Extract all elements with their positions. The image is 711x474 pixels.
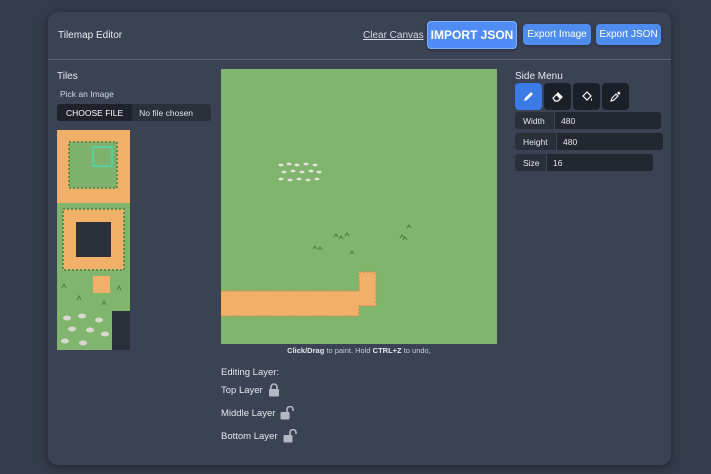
pencil-icon xyxy=(524,92,533,101)
eyedropper-tool-button[interactable] xyxy=(602,83,629,110)
choose-file-button[interactable]: CHOOSE FILE xyxy=(57,104,133,121)
header: Tilemap Editor Clear Canvas IMPORT JSON … xyxy=(48,12,671,60)
hint-text-1: to paint. Hold xyxy=(324,346,373,355)
pick-image-label: Pick an Image xyxy=(60,89,114,99)
eyedropper-icon xyxy=(610,91,621,102)
layer-middle[interactable]: Middle Layer xyxy=(221,406,295,420)
size-field: Size 16 xyxy=(515,154,653,171)
width-field: Width 480 xyxy=(515,112,661,129)
tiles-heading: Tiles xyxy=(57,71,78,82)
eraser-tool-button[interactable] xyxy=(544,83,571,110)
fill-bucket-icon xyxy=(581,91,592,101)
fill-tool-button[interactable] xyxy=(573,83,600,110)
layer-bottom-label: Bottom Layer xyxy=(221,430,278,442)
eraser-icon xyxy=(551,92,563,102)
layer-top-label: Top Layer xyxy=(221,384,263,396)
pencil-tool-button[interactable] xyxy=(515,83,542,110)
tilemap-canvas[interactable] xyxy=(221,69,497,344)
height-label: Height xyxy=(515,133,557,150)
size-label: Size xyxy=(515,154,547,171)
width-label: Width xyxy=(515,112,555,129)
hint-ctrl-z: CTRL+Z xyxy=(372,346,402,355)
import-json-button[interactable]: IMPORT JSON xyxy=(427,21,517,49)
lock-icon[interactable] xyxy=(268,383,280,397)
layer-bottom[interactable]: Bottom Layer xyxy=(221,429,297,443)
width-input[interactable]: 480 xyxy=(555,112,661,129)
file-status: No file chosen xyxy=(139,107,194,118)
clear-canvas-link[interactable]: Clear Canvas xyxy=(363,30,424,41)
unlock-icon[interactable] xyxy=(283,429,297,443)
height-input[interactable]: 480 xyxy=(557,133,663,150)
tileset-image[interactable] xyxy=(57,130,130,350)
unlock-icon[interactable] xyxy=(280,406,295,420)
file-input[interactable]: CHOOSE FILE No file chosen xyxy=(57,104,211,121)
hint-click-drag: Click/Drag xyxy=(287,346,325,355)
export-json-button[interactable]: Export JSON xyxy=(596,24,661,45)
side-menu-heading: Side Menu xyxy=(515,71,563,82)
editor-card: Tilemap Editor Clear Canvas IMPORT JSON … xyxy=(48,12,671,465)
layer-top[interactable]: Top Layer xyxy=(221,383,280,397)
app-title: Tilemap Editor xyxy=(58,30,123,41)
canvas-hint: Click/Drag to paint. Hold CTRL+Z to undo… xyxy=(221,346,497,355)
export-image-button[interactable]: Export Image xyxy=(523,24,591,45)
layer-middle-label: Middle Layer xyxy=(221,407,276,419)
size-input[interactable]: 16 xyxy=(547,154,653,171)
editing-layer-heading: Editing Layer: xyxy=(221,367,280,378)
height-field: Height 480 xyxy=(515,133,663,150)
hint-text-2: to undo, xyxy=(401,346,431,355)
